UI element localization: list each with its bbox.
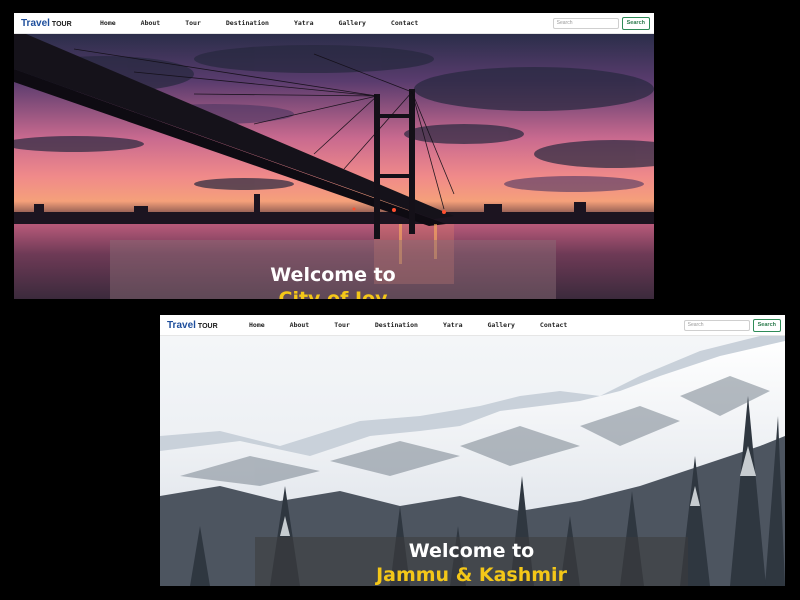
navbar: Travel TOUR Home About Tour Destination … bbox=[160, 315, 785, 336]
nav-home[interactable]: Home bbox=[249, 321, 265, 329]
brand-logo[interactable]: Travel TOUR bbox=[21, 18, 98, 29]
nav-links: Home About Tour Destination Yatra Galler… bbox=[98, 19, 418, 27]
nav-gallery[interactable]: Gallery bbox=[339, 19, 366, 27]
destination-title: Jammu & Kashmir bbox=[376, 563, 567, 586]
hero-banner: Welcome to Jammu & Kashmir bbox=[160, 336, 785, 586]
destination-title: City of Joy bbox=[278, 287, 388, 299]
screenshot-jammu-kashmir: Travel TOUR Home About Tour Destination … bbox=[160, 315, 785, 586]
nav-yatra[interactable]: Yatra bbox=[443, 321, 463, 329]
navbar: Travel TOUR Home About Tour Destination … bbox=[14, 13, 654, 34]
nav-contact[interactable]: Contact bbox=[391, 19, 418, 27]
search-form: Search bbox=[552, 16, 650, 30]
nav-gallery[interactable]: Gallery bbox=[488, 321, 515, 329]
hero-banner: Welcome to City of Joy bbox=[14, 34, 654, 299]
welcome-overlay: Welcome to City of Joy bbox=[110, 240, 556, 299]
search-form: Search bbox=[683, 318, 781, 332]
search-input[interactable] bbox=[552, 17, 619, 29]
brand-primary: Travel bbox=[167, 319, 196, 331]
nav-tour[interactable]: Tour bbox=[185, 19, 201, 27]
search-button[interactable]: Search bbox=[621, 16, 650, 30]
nav-about[interactable]: About bbox=[141, 19, 161, 27]
brand-primary: Travel bbox=[21, 17, 50, 29]
nav-destination[interactable]: Destination bbox=[226, 19, 269, 27]
search-input[interactable] bbox=[683, 319, 750, 331]
brand-secondary: TOUR bbox=[51, 20, 72, 28]
search-button[interactable]: Search bbox=[752, 318, 781, 332]
nav-tour[interactable]: Tour bbox=[334, 321, 350, 329]
nav-contact[interactable]: Contact bbox=[540, 321, 567, 329]
brand-logo[interactable]: Travel TOUR bbox=[167, 320, 244, 331]
nav-home[interactable]: Home bbox=[100, 19, 116, 27]
welcome-heading: Welcome to bbox=[270, 264, 396, 286]
nav-destination[interactable]: Destination bbox=[375, 321, 418, 329]
brand-secondary: TOUR bbox=[197, 322, 218, 330]
screenshot-city-of-joy: Travel TOUR Home About Tour Destination … bbox=[14, 13, 654, 299]
nav-yatra[interactable]: Yatra bbox=[294, 19, 314, 27]
welcome-overlay: Welcome to Jammu & Kashmir bbox=[255, 537, 688, 586]
welcome-heading: Welcome to bbox=[408, 540, 535, 562]
nav-about[interactable]: About bbox=[290, 321, 310, 329]
nav-links: Home About Tour Destination Yatra Galler… bbox=[244, 321, 567, 329]
